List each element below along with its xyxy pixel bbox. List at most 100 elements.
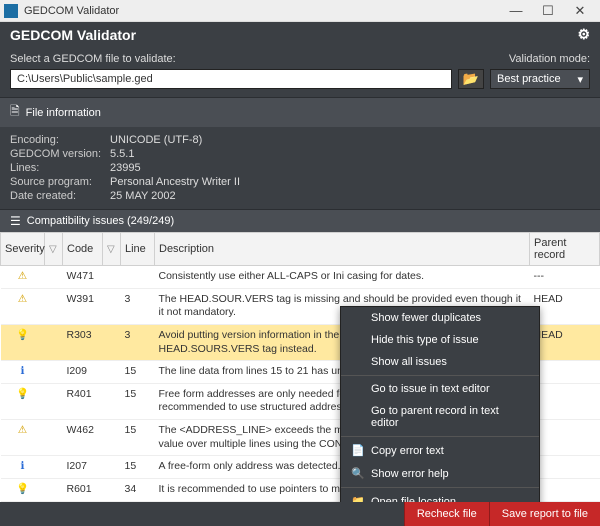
- window-minimize-button[interactable]: —: [500, 3, 532, 19]
- issues-panel: Severity ▽ Code ▽ Line Description Paren…: [0, 232, 600, 502]
- row-parent: [530, 383, 600, 419]
- context-menu-item[interactable]: 📁 Open file location: [341, 490, 539, 502]
- row-line: 15: [121, 383, 155, 419]
- folder-icon: 📂: [463, 71, 479, 87]
- row-parent: [530, 479, 600, 502]
- row-line: 34: [121, 479, 155, 502]
- col-parent[interactable]: Parent record: [530, 233, 600, 266]
- context-menu-item[interactable]: 📄 Copy error text: [341, 439, 539, 462]
- menu-item-label: Hide this type of issue: [371, 334, 479, 346]
- issues-title: Compatibility issues (249/249): [27, 215, 174, 227]
- row-line: [121, 266, 155, 289]
- document-icon: 🗎: [10, 102, 20, 123]
- validation-mode-value: Best practice: [497, 73, 561, 85]
- version-label: GEDCOM version:: [10, 147, 110, 161]
- col-severity-filter[interactable]: ▽: [45, 233, 63, 266]
- lines-value: 23995: [110, 161, 240, 175]
- context-menu-item[interactable]: Show fewer duplicates: [341, 307, 539, 329]
- date-value: 25 MAY 2002: [110, 189, 240, 203]
- window-close-button[interactable]: ✕: [564, 3, 596, 19]
- row-description: Consistently use either ALL-CAPS or Ini …: [155, 266, 530, 289]
- app-title: GEDCOM Validator: [10, 27, 136, 43]
- table-row[interactable]: ⚠W471Consistently use either ALL-CAPS or…: [1, 266, 600, 289]
- footer-bar: Recheck file Save report to file: [0, 502, 600, 526]
- col-line[interactable]: Line: [121, 233, 155, 266]
- menu-item-icon: 🔍: [351, 467, 363, 480]
- filter-icon: ▽: [107, 244, 115, 255]
- row-code: R601: [63, 479, 103, 502]
- col-code-filter[interactable]: ▽: [103, 233, 121, 266]
- context-menu-item[interactable]: Go to parent record in text editor: [341, 400, 539, 434]
- version-value: 5.5.1: [110, 147, 240, 161]
- row-code: I207: [63, 456, 103, 479]
- row-code: W462: [63, 420, 103, 456]
- col-severity[interactable]: Severity: [1, 233, 45, 266]
- row-parent: [530, 361, 600, 384]
- bulb-icon: 💡: [16, 388, 29, 400]
- menu-item-icon: 📁: [351, 495, 363, 502]
- source-value: Personal Ancestry Writer II: [110, 175, 240, 189]
- row-parent: ---: [530, 266, 600, 289]
- context-menu-separator: [341, 487, 539, 488]
- row-code: W471: [63, 266, 103, 289]
- menu-item-label: Open file location: [371, 496, 456, 503]
- toolbar: Select a GEDCOM file to validate: Valida…: [0, 47, 600, 97]
- settings-gear-icon[interactable]: ⚙: [577, 26, 590, 43]
- save-report-button[interactable]: Save report to file: [489, 502, 600, 526]
- row-line: 3: [121, 288, 155, 324]
- context-menu-item[interactable]: Show all issues: [341, 351, 539, 373]
- row-code: R303: [63, 324, 103, 360]
- validation-mode-select[interactable]: Best practice ▾: [490, 69, 590, 89]
- row-parent: [530, 456, 600, 479]
- app-icon: [4, 4, 18, 18]
- window-titlebar: GEDCOM Validator — ☐ ✕: [0, 0, 600, 22]
- row-parent: [530, 501, 600, 502]
- menu-item-label: Go to issue in text editor: [371, 383, 490, 395]
- recheck-file-button[interactable]: Recheck file: [404, 502, 489, 526]
- row-parent: [530, 420, 600, 456]
- row-code: W391: [63, 288, 103, 324]
- menu-item-label: Go to parent record in text editor: [371, 405, 529, 429]
- col-code[interactable]: Code: [63, 233, 103, 266]
- col-description[interactable]: Description: [155, 233, 530, 266]
- row-line: 15: [121, 361, 155, 384]
- file-info-panel: Encoding:UNICODE (UTF-8) GEDCOM version:…: [0, 127, 600, 209]
- info-icon: ℹ: [21, 365, 25, 377]
- row-parent: HEAD: [530, 324, 600, 360]
- row-code: R401: [63, 383, 103, 419]
- menu-item-label: Show error help: [371, 468, 449, 480]
- issues-table-container[interactable]: Severity ▽ Code ▽ Line Description Paren…: [0, 232, 600, 502]
- window-title: GEDCOM Validator: [24, 5, 119, 17]
- info-icon: ℹ: [21, 460, 25, 472]
- context-menu-separator: [341, 375, 539, 376]
- row-line: 36: [121, 501, 155, 502]
- source-label: Source program:: [10, 175, 110, 189]
- context-menu-item[interactable]: Go to issue in text editor: [341, 378, 539, 400]
- menu-item-label: Copy error text: [371, 445, 444, 457]
- encoding-value: UNICODE (UTF-8): [110, 133, 240, 147]
- row-code: W322: [63, 501, 103, 502]
- filter-icon: ▽: [49, 244, 57, 255]
- warning-icon: ⚠: [18, 293, 27, 305]
- file-info-section-header[interactable]: 🗎 File information: [0, 97, 600, 127]
- context-menu-separator: [341, 436, 539, 437]
- menu-item-label: Show all issues: [371, 356, 447, 368]
- browse-folder-button[interactable]: 📂: [458, 69, 484, 89]
- chevron-down-icon: ▾: [577, 73, 583, 86]
- file-path-input[interactable]: C:\Users\Public\sample.ged: [10, 69, 452, 89]
- validation-mode-label: Validation mode:: [490, 53, 590, 65]
- issues-section-header[interactable]: ☰ Compatibility issues (249/249): [0, 209, 600, 232]
- list-icon: ☰: [10, 214, 21, 228]
- context-menu-item[interactable]: Hide this type of issue: [341, 329, 539, 351]
- row-line: 3: [121, 324, 155, 360]
- context-menu-item[interactable]: 🔍 Show error help: [341, 462, 539, 485]
- select-file-label: Select a GEDCOM file to validate:: [10, 53, 490, 65]
- menu-item-label: Show fewer duplicates: [371, 312, 481, 324]
- row-context-menu[interactable]: Show fewer duplicates Hide this type of i…: [340, 306, 540, 502]
- row-parent: HEAD: [530, 288, 600, 324]
- bulb-icon: 💡: [16, 329, 29, 341]
- lines-label: Lines:: [10, 161, 110, 175]
- warning-icon: ⚠: [18, 424, 27, 436]
- menu-item-icon: 📄: [351, 444, 363, 457]
- window-maximize-button[interactable]: ☐: [532, 3, 564, 19]
